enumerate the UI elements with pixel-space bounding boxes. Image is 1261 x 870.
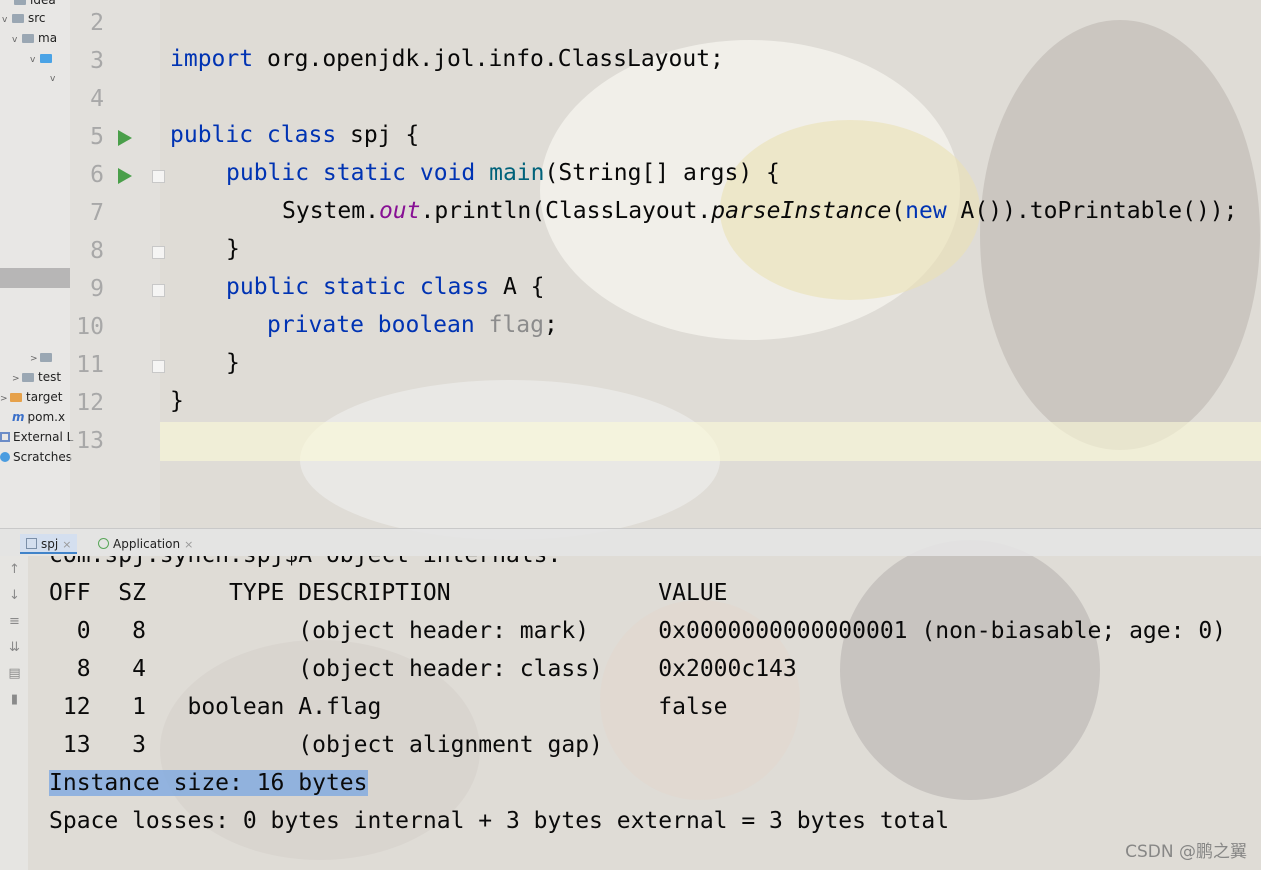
code-line-5: public class spj { (170, 122, 420, 148)
scroll-up-icon[interactable]: ↑ (8, 562, 21, 577)
code-line-7: System.out.println(ClassLayout.parseInst… (282, 198, 1238, 224)
scroll-marker (0, 268, 70, 288)
tree-item-test[interactable]: > test (12, 368, 61, 386)
soft-wrap-icon[interactable]: ≡ (8, 614, 21, 629)
code-line-11: } (226, 350, 240, 376)
print-icon[interactable]: ▤ (8, 666, 21, 681)
line-number: 6 (90, 162, 104, 188)
folder-icon (22, 373, 34, 382)
library-icon (0, 432, 10, 442)
chevron-down-icon: v (12, 35, 18, 45)
tree-item-pom[interactable]: m pom.x (12, 408, 65, 426)
console-table-header: OFF SZ TYPE DESCRIPTION VALUE (49, 580, 728, 606)
tree-item-java[interactable]: v (30, 49, 56, 67)
line-number: 12 (76, 390, 104, 416)
trash-icon[interactable]: ▮ (8, 692, 21, 707)
scroll-down-icon[interactable]: ↓ (8, 588, 21, 603)
code-line-10: private boolean flag; (267, 312, 558, 338)
tree-item-external-libraries[interactable]: External L (0, 428, 73, 446)
tree-item-idea[interactable]: idea (14, 0, 56, 9)
line-number: 10 (76, 314, 104, 340)
console-table-row: 12 1 boolean A.flag false (49, 694, 728, 720)
tree-item-scratches[interactable]: Scratches (0, 448, 72, 466)
code-line-6: public static void main(String[] args) { (226, 160, 780, 186)
run-tabs-bar: spj × Application × (0, 528, 1261, 556)
tab-spj[interactable]: spj × (20, 534, 78, 554)
console-space-losses: Space losses: 0 bytes internal + 3 bytes… (49, 808, 950, 834)
tree-item-package[interactable]: v (50, 68, 60, 86)
chevron-down-icon: v (2, 15, 8, 25)
console-table-row: 13 3 (object alignment gap) (49, 732, 603, 758)
code-line-8: } (226, 236, 240, 262)
console-instance-size: Instance size: 16 bytes (49, 770, 368, 796)
scroll-to-end-icon[interactable]: ⇊ (8, 640, 21, 655)
close-icon[interactable]: × (62, 538, 71, 551)
line-number: 2 (90, 10, 104, 36)
folder-icon (40, 353, 52, 362)
chevron-right-icon: > (0, 394, 8, 404)
project-tree-panel: idea v src v ma v v > > test > target m pom.x… (0, 0, 73, 528)
close-icon[interactable]: × (184, 538, 193, 551)
tree-item-main[interactable]: v ma (12, 29, 57, 47)
code-line-9: public static class A { (226, 274, 545, 300)
line-number: 9 (90, 276, 104, 302)
line-number: 5 (90, 124, 104, 150)
chevron-right-icon: > (12, 374, 20, 384)
console-line-header-clipped: com.spj.synch.spj$A object internals: (49, 556, 561, 568)
tree-item-src[interactable]: v src (2, 9, 46, 27)
line-number: 11 (76, 352, 104, 378)
maven-icon: m (12, 410, 25, 424)
csdn-watermark: CSDN @鹏之翼 (1125, 842, 1247, 862)
chevron-down-icon: v (50, 74, 56, 84)
folder-icon (22, 34, 34, 43)
tree-item-target[interactable]: > target (0, 388, 63, 406)
console-toolbar: ↑ ↓ ≡ ⇊ ▤ ▮ (0, 556, 28, 870)
chevron-down-icon: v (30, 55, 36, 65)
line-number: 8 (90, 238, 104, 264)
tab-application[interactable]: Application × (92, 534, 199, 554)
scratch-icon (0, 452, 10, 462)
folder-icon (40, 54, 52, 63)
line-number: 4 (90, 86, 104, 112)
run-config-icon (26, 538, 37, 549)
folder-icon (12, 14, 24, 23)
tree-item-resources[interactable]: > (30, 348, 56, 366)
code-line-12: } (170, 388, 184, 414)
run-main-icon[interactable] (118, 168, 132, 184)
code-editor[interactable]: import org.openjdk.jol.info.ClassLayout;… (160, 0, 1261, 528)
run-class-icon[interactable] (118, 130, 132, 146)
folder-icon (10, 393, 22, 402)
console-table-row: 8 4 (object header: class) 0x2000c143 (49, 656, 797, 682)
text-selection: Instance size: 16 bytes (49, 770, 368, 796)
console-table-row: 0 8 (object header: mark) 0x000000000000… (49, 618, 1227, 644)
chevron-right-icon: > (30, 354, 38, 364)
line-number: 3 (90, 48, 104, 74)
spring-app-icon (98, 538, 109, 549)
code-line-3: import org.openjdk.jol.info.ClassLayout; (170, 46, 724, 72)
console-output[interactable]: com.spj.synch.spj$A object internals: OF… (28, 556, 1261, 870)
line-number: 7 (90, 200, 104, 226)
line-number: 13 (76, 428, 104, 454)
folder-icon (14, 0, 26, 5)
